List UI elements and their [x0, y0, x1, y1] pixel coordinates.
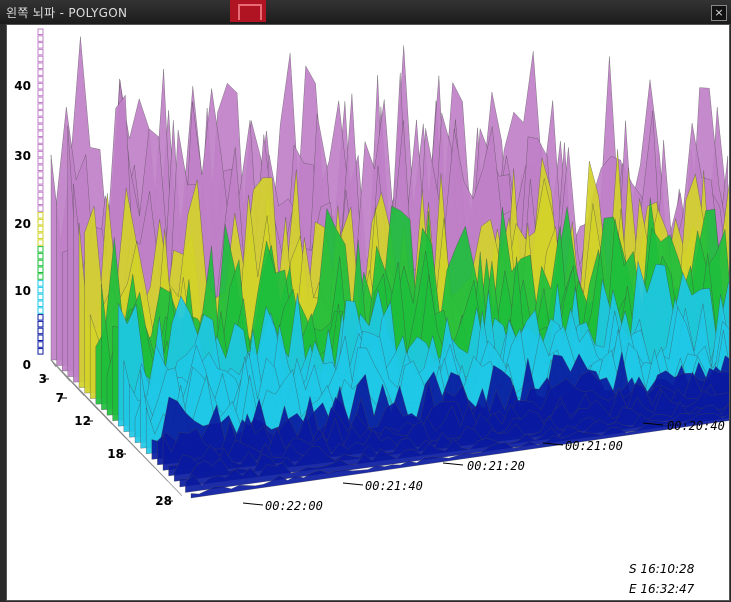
title-bar[interactable]: 왼쪽 뇌파 - POLYGON ×: [0, 0, 731, 24]
color-scale-cell: [37, 103, 44, 110]
time-tick-mark: [442, 462, 464, 466]
depth-tick-label: 3: [38, 372, 47, 386]
color-scale-cell: [37, 28, 44, 35]
color-scale-cell: [37, 150, 44, 158]
color-scale-cell: [37, 293, 44, 301]
color-scale-cell: [37, 191, 44, 199]
color-scale-cell: [37, 89, 44, 97]
y-tick-label: 20: [14, 217, 31, 231]
time-tick-label: 00:21:40: [365, 479, 423, 493]
color-scale-cell: [37, 137, 44, 144]
color-scale-cell: [37, 286, 44, 294]
color-scale-cell: [37, 116, 44, 124]
time-tick-label: 00:21:20: [467, 459, 525, 473]
color-scale-cell: [37, 55, 44, 63]
color-scale-cell: [37, 300, 44, 307]
color-scale-cell: [37, 348, 44, 355]
window-title: 왼쪽 뇌파 - POLYGON: [6, 6, 128, 20]
color-scale-cell: [37, 178, 44, 185]
color-scale-cell: [37, 171, 44, 178]
color-scale-cell: [37, 69, 44, 76]
color-scale-cell: [37, 198, 44, 205]
time-tick-label: 00:21:00: [565, 439, 623, 453]
start-time-label: S 16:10:28: [629, 562, 695, 576]
color-scale-cell: [37, 96, 44, 103]
color-scale-cell: [37, 144, 44, 151]
color-scale-cell: [37, 218, 44, 226]
color-scale-cell: [37, 164, 44, 171]
color-scale-cell: [37, 225, 44, 233]
close-button[interactable]: ×: [711, 5, 727, 21]
color-scale-cell: [37, 205, 44, 212]
time-tick-mark: [342, 482, 364, 486]
y-tick-label: 10: [14, 284, 31, 298]
color-scale-cell: [37, 273, 44, 280]
depth-tick-label: 12: [74, 414, 91, 428]
color-scale-cell: [37, 334, 44, 341]
eeg-surface-chart: [37, 28, 729, 506]
color-scale-cell: [37, 123, 44, 131]
color-scale-cell: [37, 35, 44, 42]
depth-tick-label: 7: [55, 391, 64, 405]
color-scale-cell: [37, 212, 44, 219]
color-scale-cell: [37, 48, 44, 56]
depth-tick-label: 28: [155, 494, 172, 508]
app-window: 왼쪽 뇌파 - POLYGON × 40 30 20 10 0 3 7 12 1…: [0, 0, 731, 602]
color-scale-cell: [37, 157, 44, 165]
y-tick-label: 0: [22, 358, 31, 372]
color-scale-cell: [37, 266, 44, 273]
taskbar-app-icon: [230, 0, 266, 22]
color-scale-cell: [37, 259, 44, 267]
color-scale-cell: [37, 82, 44, 90]
color-scale-cell: [37, 232, 44, 239]
color-scale-cell: [37, 320, 44, 328]
time-tick-mark: [242, 502, 264, 506]
color-scale-cell: [37, 130, 44, 137]
color-scale-cell: [37, 280, 44, 287]
color-scale-cell: [37, 252, 44, 260]
color-scale-cell: [37, 76, 44, 83]
time-tick-label: 00:20:40: [667, 419, 725, 433]
color-scale-cell: [37, 239, 44, 246]
color-scale-cell: [37, 327, 44, 335]
color-scale-cell: [37, 62, 44, 69]
y-tick-label: 30: [14, 149, 31, 163]
color-scale-cell: [37, 307, 44, 314]
surface-plot-area: 40 30 20 10 0 3 7 12 18 28 00:20:40 00:2…: [6, 24, 730, 601]
y-tick-label: 40: [14, 79, 31, 93]
depth-tick-label: 18: [107, 447, 124, 461]
end-time-label: E 16:32:47: [629, 582, 695, 596]
color-scale-cell: [37, 184, 44, 192]
color-scale-cell: [37, 42, 44, 49]
color-scale-cell: [37, 314, 44, 321]
color-scale-cell: [37, 246, 44, 253]
color-scale-cell: [37, 341, 44, 348]
time-tick-label: 00:22:00: [265, 499, 323, 513]
color-scale-cell: [37, 110, 44, 117]
